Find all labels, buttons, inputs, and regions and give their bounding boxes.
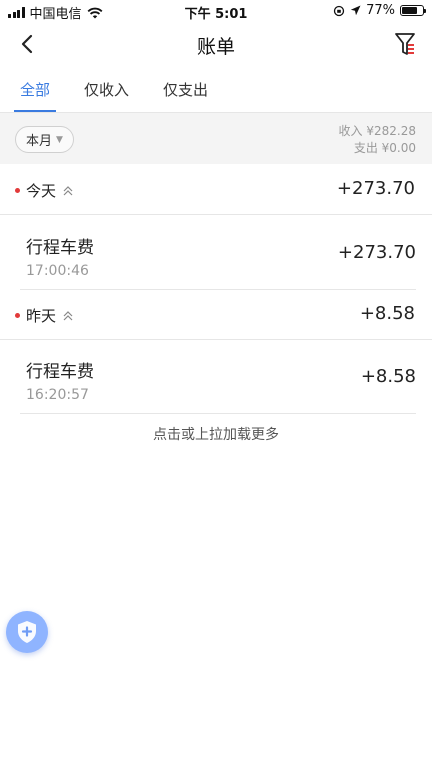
expense-total: 支出 ¥0.00 [353, 141, 416, 155]
page-title: 账单 [196, 36, 235, 58]
status-bar: 中国电信 下午 5:01 77% [0, 0, 432, 22]
transaction-row[interactable]: 行程车费 16:20:57 +8.58 [20, 340, 416, 414]
tab-income-only[interactable]: 仅收入 [78, 70, 135, 112]
income-total: 收入 ¥282.28 [338, 124, 416, 138]
day-label-text: 今天 [26, 182, 57, 200]
battery-icon [400, 5, 426, 16]
month-label: 本月 [26, 134, 53, 149]
month-selector[interactable]: 本月 ▼ [15, 126, 74, 153]
nav-bar: 账单 [0, 22, 432, 66]
day-total: +8.58 [359, 303, 415, 324]
day-header-yesterday[interactable]: 昨天 +8.58 [0, 290, 432, 340]
location-icon [350, 5, 361, 16]
transaction-amount: +273.70 [337, 242, 416, 263]
transaction-amount: +8.58 [360, 366, 416, 387]
shield-plus-icon [18, 621, 36, 643]
battery-percent: 77% [366, 3, 395, 18]
load-more-link[interactable]: 点击或上拉加载更多 [0, 424, 432, 444]
transaction-time: 16:20:57 [26, 387, 89, 403]
chevron-double-up-icon[interactable] [62, 185, 74, 197]
tab-all[interactable]: 全部 [14, 70, 57, 112]
day-label-text: 昨天 [26, 307, 57, 325]
safety-shield-button[interactable] [6, 611, 48, 653]
battery-fill [402, 7, 418, 14]
red-dot-icon [15, 313, 20, 318]
summary-bar: 本月 ▼ 收入 ¥282.28 支出 ¥0.00 [0, 112, 432, 164]
caret-down-icon: ▼ [56, 134, 63, 145]
transaction-title: 行程车费 [26, 238, 94, 258]
chevron-double-up-icon[interactable] [62, 310, 74, 322]
summary-totals: 收入 ¥282.28 支出 ¥0.00 [339, 123, 416, 157]
filter-icon[interactable] [394, 31, 416, 57]
orientation-lock-icon [333, 5, 345, 16]
transaction-row[interactable]: 行程车费 17:00:46 +273.70 [20, 216, 416, 290]
tab-bar: 全部 仅收入 仅支出 [0, 70, 432, 112]
day-total: +273.70 [336, 178, 415, 199]
day-label: 今天 [26, 180, 74, 201]
status-right: 77% [333, 3, 426, 18]
day-label: 昨天 [26, 305, 74, 326]
tab-expense-only[interactable]: 仅支出 [157, 70, 214, 112]
transaction-time: 17:00:46 [26, 263, 89, 279]
transaction-title: 行程车费 [26, 362, 94, 382]
day-header-today[interactable]: 今天 +273.70 [0, 165, 432, 215]
red-dot-icon [15, 188, 20, 193]
